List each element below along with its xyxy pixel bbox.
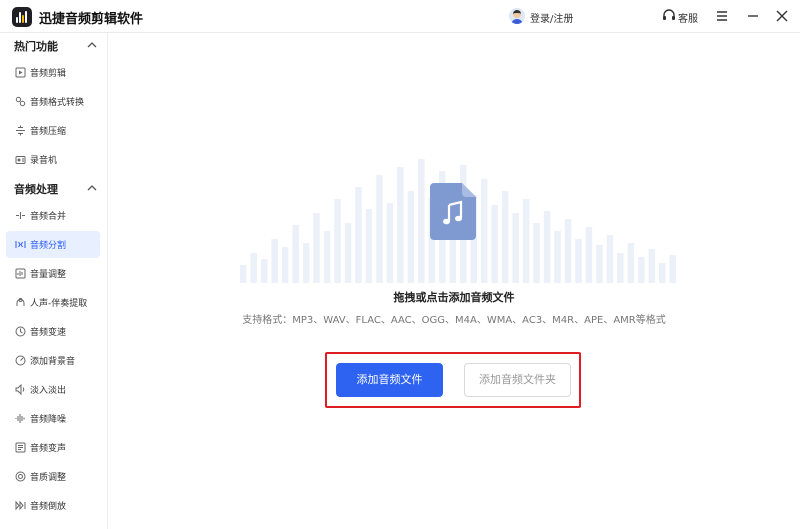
supported-formats: 支持格式：MP3、WAV、FLAC、AAC、OGG、M4A、WMA、AC3、M4… (242, 315, 666, 326)
compress-icon (16, 125, 25, 136)
close-icon[interactable] (774, 8, 790, 24)
title-bar: 迅捷音频剪辑软件 登录/注册 客服 (0, 0, 800, 33)
sidebar-item-label: 添加背景音 (30, 357, 76, 367)
recorder-icon (15, 156, 26, 164)
sidebar-item-fade[interactable]: 淡入淡出 (6, 376, 100, 403)
denoise-icon (15, 414, 25, 423)
sidebar-item-audio-clip[interactable]: 音频剪辑 (6, 59, 100, 86)
music-file-icon[interactable] (430, 183, 476, 240)
sidebar-item-quality[interactable]: 音质调整 (6, 463, 100, 490)
sidebar-item-voice-change[interactable]: 音频变声 (6, 434, 100, 461)
sidebar-item-merge[interactable]: 音频合并 (6, 202, 100, 229)
section-title: 音频处理 (14, 183, 58, 196)
chevron-up-icon[interactable] (86, 40, 98, 50)
sidebar: 热门功能 音频剪辑 音频格式转换 音频压缩 录音机 音频处理 音频合并 音频分割… (0, 33, 108, 529)
sidebar-item-label: 淡入淡出 (30, 386, 67, 396)
sidebar-item-volume[interactable]: 音量调整 (6, 260, 100, 287)
quality-icon (15, 471, 26, 482)
sidebar-item-label: 人声-伴奏提取 (30, 299, 88, 309)
main-content: 拖拽或点击添加音频文件 支持格式：MP3、WAV、FLAC、AAC、OGG、M4… (108, 33, 800, 529)
section-title: 热门功能 (14, 40, 58, 53)
format-convert-icon (15, 96, 26, 107)
headset-icon[interactable] (662, 9, 676, 23)
sidebar-item-label: 音频变声 (30, 444, 67, 454)
sidebar-item-denoise[interactable]: 音频降噪 (6, 405, 100, 432)
speed-icon (15, 326, 26, 337)
app-logo-icon (12, 7, 32, 27)
sidebar-item-background-music[interactable]: 添加背景音 (6, 347, 100, 374)
section-hot-features[interactable]: 热门功能 (0, 33, 107, 57)
fade-icon (15, 384, 25, 395)
sidebar-item-label: 音质调整 (30, 473, 67, 483)
sidebar-item-compress[interactable]: 音频压缩 (6, 117, 100, 144)
menu-icon[interactable] (714, 8, 730, 24)
sidebar-item-label: 音频倒放 (30, 502, 67, 512)
sidebar-item-label: 音频合并 (30, 212, 67, 222)
sidebar-item-label: 音频降噪 (30, 415, 67, 425)
sidebar-item-label: 音频压缩 (30, 127, 67, 137)
add-audio-folder-button[interactable]: 添加音频文件夹 (464, 363, 571, 397)
drop-hint: 拖拽或点击添加音频文件 (393, 291, 515, 304)
login-link[interactable]: 登录/注册 (530, 10, 573, 25)
sidebar-item-speed[interactable]: 音频变速 (6, 318, 100, 345)
sidebar-item-label: 音频分割 (30, 241, 67, 251)
sidebar-item-vocal-extract[interactable]: 人声-伴奏提取 (6, 289, 100, 316)
voice-change-icon (15, 442, 26, 453)
app-title: 迅捷音频剪辑软件 (39, 12, 144, 27)
sidebar-item-label: 音量调整 (30, 270, 67, 280)
sidebar-item-label: 录音机 (30, 156, 58, 166)
volume-icon (15, 268, 26, 279)
reverse-icon (15, 500, 26, 511)
sidebar-item-label: 音频变速 (30, 328, 67, 338)
vocal-extract-icon (16, 298, 25, 306)
sidebar-item-format-convert[interactable]: 音频格式转换 (6, 88, 100, 115)
add-audio-file-button[interactable]: 添加音频文件 (336, 363, 443, 397)
avatar[interactable] (509, 8, 525, 24)
background-music-icon (15, 355, 26, 366)
merge-icon (16, 212, 25, 219)
sidebar-item-label: 音频剪辑 (30, 69, 67, 79)
chevron-up-icon[interactable] (86, 183, 98, 193)
sidebar-item-split[interactable]: 音频分割 (6, 231, 100, 258)
sidebar-item-reverse[interactable]: 音频倒放 (6, 492, 100, 519)
minimize-icon[interactable] (745, 8, 761, 24)
sidebar-item-recorder[interactable]: 录音机 (6, 146, 100, 173)
section-audio-processing[interactable]: 音频处理 (0, 176, 107, 200)
sidebar-item-label: 音频格式转换 (30, 98, 85, 108)
split-icon (15, 241, 26, 248)
audio-clip-icon (15, 67, 26, 78)
service-link[interactable]: 客服 (678, 10, 698, 25)
